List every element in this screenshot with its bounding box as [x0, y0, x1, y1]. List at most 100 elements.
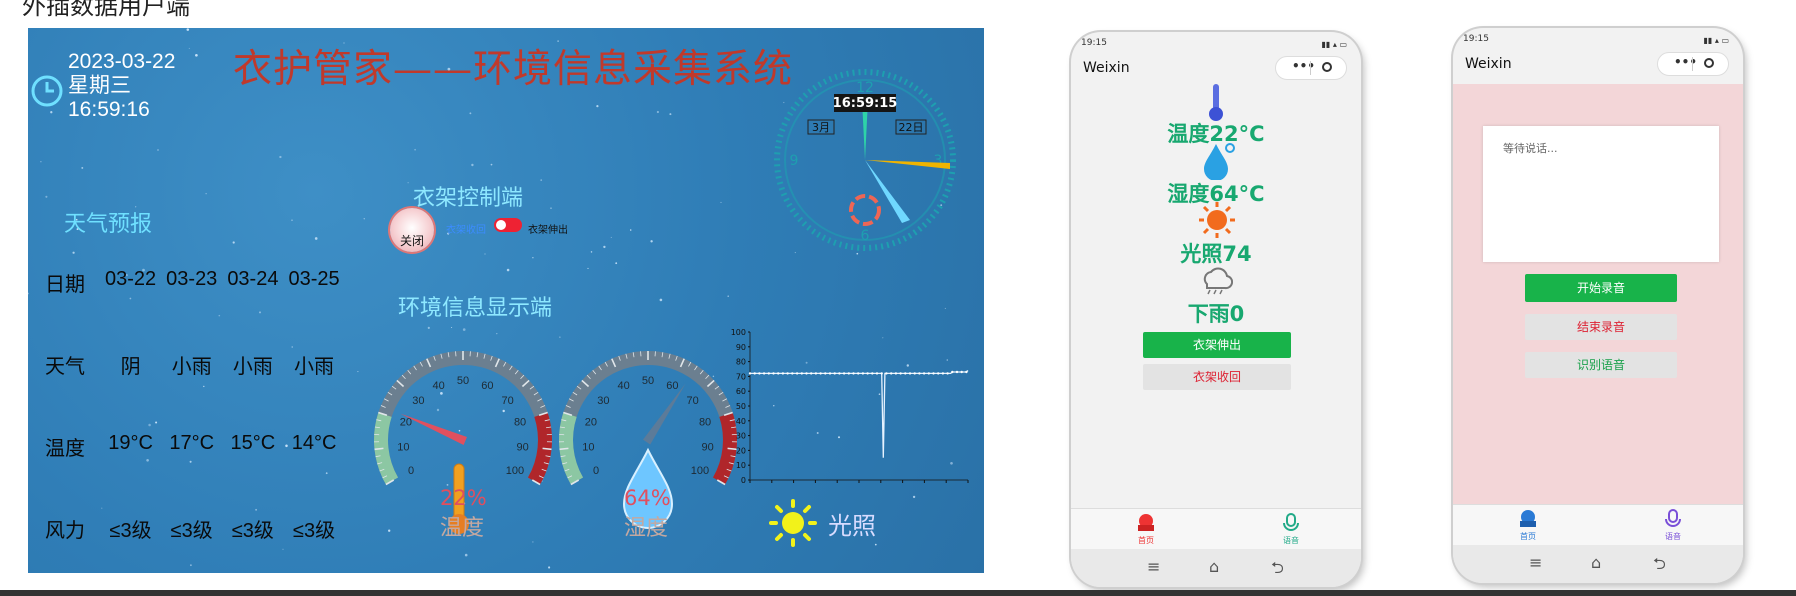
- rack-close-label: 关闭: [399, 234, 424, 248]
- rack-retract-button[interactable]: 衣架收回: [1143, 364, 1291, 390]
- star: [727, 295, 729, 297]
- star: [669, 113, 672, 116]
- tab-home-label: 首页: [1520, 532, 1536, 541]
- light-series-point: [805, 372, 808, 375]
- home-nav-icon[interactable]: ⌂: [1209, 557, 1219, 576]
- weather-cell: 03-24: [227, 268, 279, 290]
- home-tab-icon: [1138, 514, 1154, 531]
- miniprogram-capsule[interactable]: •••: [1275, 56, 1347, 80]
- tab-home[interactable]: 首页: [1508, 509, 1548, 542]
- light-series-point: [955, 370, 959, 374]
- star: [596, 104, 599, 108]
- temperature-gauge-tick-label: 70: [501, 395, 513, 407]
- menu-icon[interactable]: ≡: [1529, 553, 1542, 572]
- system-nav-bar: ≡ ⌂ ⮌: [1071, 549, 1361, 587]
- light-series-point: [767, 372, 770, 375]
- weather-forecast-table: 日期 03-22 03-23 03-24 03-25 天气阴小雨 小雨 小雨 温度 19°C 17°…: [38, 268, 345, 573]
- weather-row-label: 风力: [45, 520, 85, 542]
- rack-control-title: 衣架控制端: [413, 186, 524, 211]
- miniprogram-capsule[interactable]: •••: [1657, 52, 1729, 76]
- light-series-point: [753, 372, 756, 375]
- chart-ytick-label: 80: [736, 358, 746, 367]
- rack-toggle-switch[interactable]: [494, 218, 522, 232]
- star: [407, 182, 409, 184]
- light-series-point: [781, 372, 785, 375]
- status-icons: ▮▮ ▴ ▭: [1703, 36, 1729, 45]
- chart-ytick-label: 10: [736, 461, 746, 470]
- light-series-point: [866, 372, 869, 375]
- tab-voice[interactable]: 语音: [1271, 513, 1311, 546]
- weather-row: 风力 ≤3级 ≤3级 ≤3级 ≤3级: [38, 514, 345, 573]
- tab-bar: 首页 语音: [1453, 504, 1743, 545]
- light-label: 光照: [828, 512, 876, 540]
- weather-row: 日期 03-22 03-23 03-24 03-25: [38, 268, 345, 350]
- more-dots-icon[interactable]: •••: [1674, 55, 1697, 69]
- page-caption: 外插数据用户端: [22, 0, 190, 20]
- rack-close-button[interactable]: 关闭: [390, 208, 434, 252]
- speech-placeholder: 等待说话...: [1503, 142, 1558, 155]
- tab-home[interactable]: 首页: [1126, 513, 1166, 546]
- tab-voice[interactable]: 语音: [1653, 509, 1693, 542]
- close-miniprogram-icon[interactable]: [1322, 62, 1332, 72]
- clock-month: 3月: [812, 121, 830, 134]
- star: [357, 371, 359, 373]
- phone-voice-screen: 19:15 ▮▮ ▴ ▭ Weixin ••• 等待说话... 开始录音 结束录…: [1453, 28, 1743, 583]
- humidity-gauge-tick-label: 80: [699, 416, 711, 428]
- star: [81, 166, 84, 169]
- temperature-gauge-tick-label: 100: [506, 465, 524, 477]
- light-line-chart: 0 10 20 30 40 50 60 70 80 90 100: [731, 328, 969, 485]
- star: [484, 253, 486, 255]
- light-series-point: [951, 370, 954, 374]
- light-series-point: [946, 372, 949, 375]
- star: [427, 326, 430, 329]
- rack-extend-label: 衣架伸出: [528, 225, 568, 236]
- current-weekday: 星期三: [68, 74, 131, 97]
- phone-light: 光照74: [1180, 242, 1252, 266]
- star: [912, 495, 916, 499]
- back-icon[interactable]: ⮌: [1271, 557, 1284, 584]
- water-drop-icon: [1204, 143, 1235, 180]
- temperature-gauge-tick-label: 30: [412, 395, 424, 407]
- weather-cell: ≤3级: [109, 520, 152, 542]
- toggle-knob: [496, 220, 506, 230]
- humidity-value: 64%: [624, 486, 671, 510]
- back-icon[interactable]: ⮌: [1653, 553, 1666, 580]
- star: [314, 237, 318, 240]
- star: [188, 47, 190, 49]
- humidity-gauge-tick-label: 10: [582, 441, 594, 453]
- speech-text-area[interactable]: 等待说话...: [1483, 126, 1719, 262]
- more-dots-icon[interactable]: •••: [1292, 59, 1315, 73]
- star: [279, 155, 282, 159]
- stop-recording-button[interactable]: 结束录音: [1525, 314, 1677, 340]
- star: [550, 207, 552, 209]
- chart-ytick-label: 20: [736, 446, 746, 455]
- menu-icon[interactable]: ≡: [1147, 557, 1160, 576]
- humidity-gauge-tick-label: 100: [691, 465, 709, 477]
- weather-cell: 03-22: [105, 268, 157, 290]
- light-series-point: [941, 372, 945, 375]
- light-series-point: [838, 372, 841, 375]
- home-nav-icon[interactable]: ⌂: [1591, 553, 1601, 572]
- rack-extend-button[interactable]: 衣架伸出: [1143, 332, 1291, 358]
- start-recording-button[interactable]: 开始录音: [1525, 274, 1677, 302]
- light-series-point: [819, 372, 822, 375]
- chart-ytick-label: 50: [736, 402, 746, 411]
- chart-ytick-label: 70: [736, 372, 746, 381]
- star: [590, 251, 593, 253]
- star: [195, 53, 198, 57]
- star: [205, 193, 207, 195]
- star: [587, 267, 589, 269]
- light-series-point: [857, 372, 860, 375]
- weather-row-label: 日期: [45, 274, 85, 296]
- weather-row: 天气阴小雨 小雨 小雨: [38, 350, 345, 432]
- tab-bar: 首页 语音: [1071, 508, 1361, 549]
- voice-tab-icon: [1665, 509, 1681, 527]
- recognize-speech-button[interactable]: 识别语音: [1525, 352, 1677, 378]
- close-miniprogram-icon[interactable]: [1704, 58, 1714, 68]
- light-series-point: [772, 372, 775, 375]
- temperature-label: 温度: [440, 516, 485, 541]
- humidity-gauge-tick-label: 50: [642, 375, 654, 387]
- weather-cell: 19°C: [108, 432, 153, 454]
- light-series-point: [762, 372, 766, 375]
- tab-voice-label: 语音: [1283, 536, 1299, 545]
